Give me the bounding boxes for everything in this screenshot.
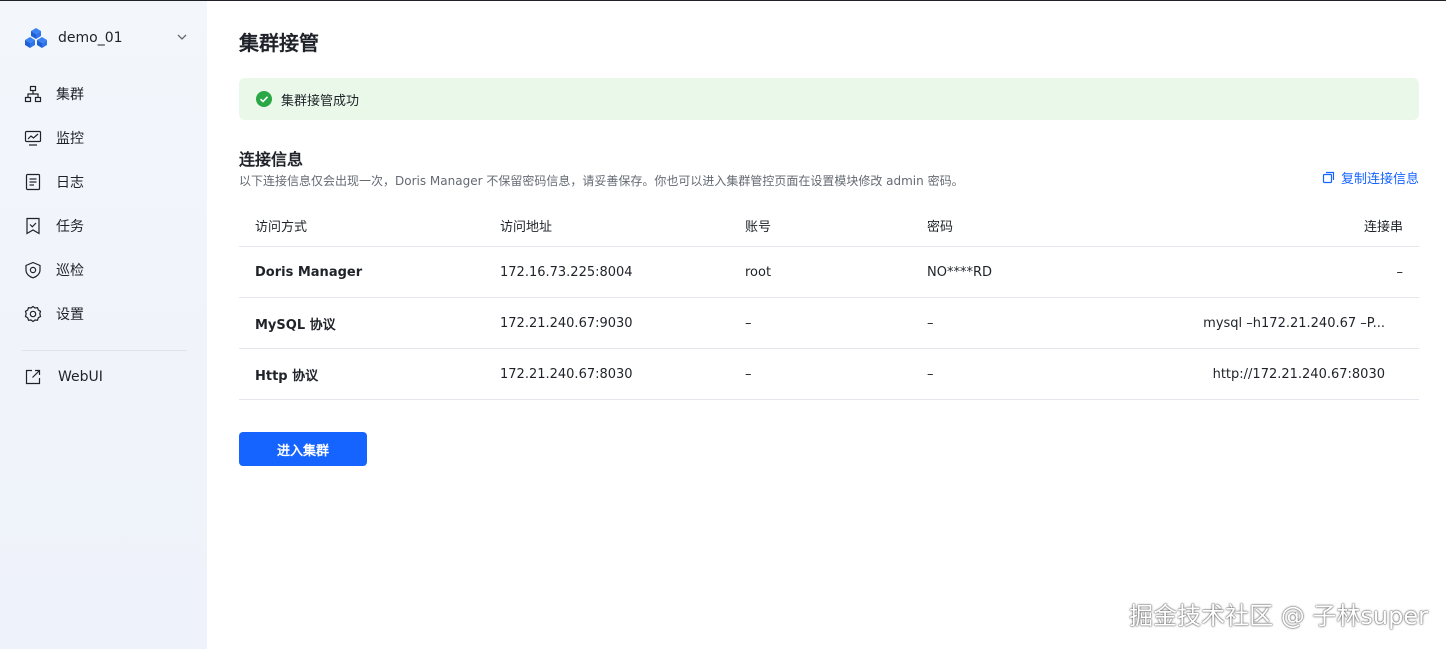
cell-password: NO****RD: [927, 264, 992, 280]
sidebar-item-inspection[interactable]: 巡检: [24, 255, 192, 285]
watermark-text: 掘金技术社区 @ 子林super: [1129, 602, 1428, 630]
connection-table: 访问方式 访问地址 账号 密码 连接串 Doris Manager 172.16…: [239, 204, 1419, 400]
task-icon: [26, 217, 40, 235]
alert-text: 集群接管成功: [281, 93, 360, 109]
sidebar-divider: [22, 350, 187, 351]
section-description: 以下连接信息仅会出现一次，Doris Manager 不保留密码信息，请妥善保存…: [239, 174, 964, 188]
sidebar-item-label: 监控: [56, 131, 84, 147]
sidebar-item-label: 巡检: [56, 263, 84, 279]
chevron-down-icon: [177, 34, 187, 40]
cell-connection-string[interactable]: mysql –h172.21.240.67 –P...: [1103, 316, 1419, 331]
copy-icon: [1322, 171, 1335, 184]
settings-icon: [24, 305, 42, 323]
cell-access-method: Http 协议: [255, 368, 319, 384]
table-row: MySQL 协议 172.21.240.67:9030 – – mysql –h…: [239, 298, 1419, 349]
inspection-icon: [25, 261, 41, 279]
sidebar-item-monitor[interactable]: 监控: [24, 123, 192, 153]
cell-account: –: [745, 315, 752, 331]
cluster-name: demo_01: [58, 30, 123, 46]
sidebar-item-label: 集群: [56, 87, 84, 103]
sidebar-item-label: 设置: [56, 307, 84, 323]
external-link-icon: [25, 369, 41, 385]
cluster-icon: [24, 85, 42, 103]
column-header: 账号: [745, 219, 772, 235]
cell-connection-string[interactable]: http://172.21.240.67:8030: [1103, 367, 1419, 382]
cell-address: 172.21.240.67:8030: [500, 366, 633, 382]
table-row: Http 协议 172.21.240.67:8030 – – http://17…: [239, 349, 1419, 400]
column-header: 连接串: [1363, 219, 1403, 235]
column-header: 访问方式: [255, 219, 308, 235]
enter-cluster-button[interactable]: 进入集群: [239, 432, 367, 466]
column-header: 访问地址: [500, 219, 553, 235]
sidebar-item-label: 任务: [56, 219, 84, 235]
table-row: Doris Manager 172.16.73.225:8004 root NO…: [239, 247, 1419, 298]
cell-account: –: [745, 366, 752, 382]
cell-address: 172.21.240.67:9030: [500, 315, 633, 331]
sidebar-item-label: WebUI: [58, 369, 103, 385]
monitor-icon: [24, 130, 42, 146]
sidebar: demo_01 集群 监控 日志 任务 巡检 设置 WebUI: [0, 1, 207, 649]
sidebar-item-settings[interactable]: 设置: [24, 299, 192, 329]
cell-account: root: [745, 264, 772, 280]
sidebar-item-webui[interactable]: WebUI: [24, 362, 103, 392]
cell-password: –: [927, 366, 934, 382]
copy-label: 复制连接信息: [1340, 172, 1419, 187]
cluster-logo-icon: [25, 28, 47, 48]
table-header: 访问方式 访问地址 账号 密码 连接串: [239, 204, 1419, 247]
check-circle-icon: [256, 91, 272, 107]
log-icon: [25, 173, 41, 191]
cell-password: –: [927, 315, 934, 331]
success-alert: 集群接管成功: [239, 78, 1419, 120]
cell-access-method: Doris Manager: [255, 264, 363, 280]
page-title: 集群接管: [239, 31, 319, 55]
cell-address: 172.16.73.225:8004: [500, 264, 633, 280]
sidebar-item-cluster[interactable]: 集群: [24, 79, 192, 109]
sidebar-item-task[interactable]: 任务: [24, 211, 192, 241]
sidebar-item-log[interactable]: 日志: [24, 167, 192, 197]
copy-connection-info-button[interactable]: 复制连接信息: [1322, 168, 1419, 187]
sidebar-nav: 集群 监控 日志 任务 巡检 设置: [24, 79, 192, 343]
sidebar-item-label: 日志: [56, 175, 84, 191]
cell-access-method: MySQL 协议: [255, 317, 336, 333]
cell-connection-string: –: [1396, 264, 1404, 280]
column-header: 密码: [927, 219, 954, 235]
section-title: 连接信息: [239, 150, 304, 169]
cluster-switcher[interactable]: demo_01: [24, 25, 192, 51]
